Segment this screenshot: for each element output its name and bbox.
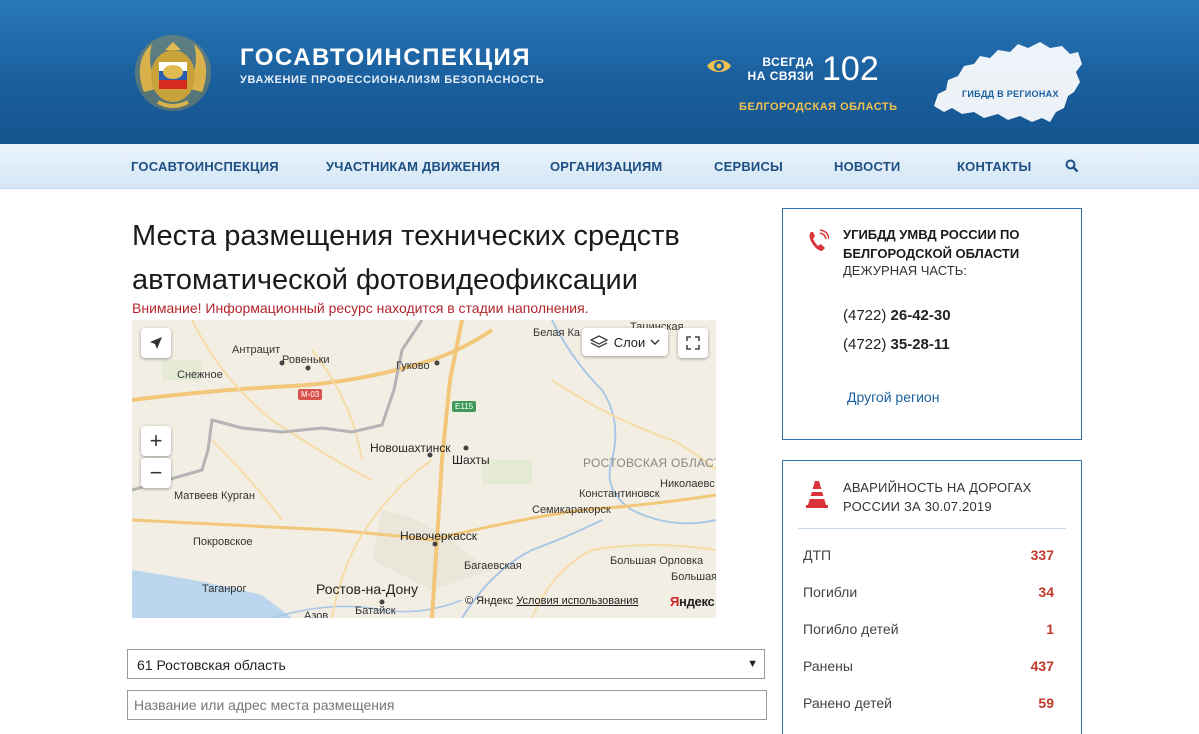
stat-value-children-killed: 1 <box>1046 621 1054 637</box>
map-layers-label: Слои <box>613 334 646 350</box>
stat-value-dtp: 337 <box>1030 547 1054 563</box>
department-subtitle: ДЕЖУРНАЯ ЧАСТЬ: <box>843 263 967 278</box>
accidents-divider <box>798 528 1066 529</box>
expand-icon <box>686 336 700 350</box>
map-place-snezhnoe: Снежное <box>177 369 223 381</box>
zoom-out-button[interactable]: − <box>141 458 171 488</box>
search-icon[interactable] <box>1065 159 1079 173</box>
map-place-novocherkassk: Новочеркасск <box>400 529 478 543</box>
road-badge-m03: М-03 <box>298 389 323 400</box>
map-place-semikarakorsk: Семикаракорск <box>532 504 611 516</box>
map-place-bagaevskaya: Багаевская <box>464 560 522 572</box>
map-place-pokrovskoe: Покровское <box>193 536 253 548</box>
russia-map-icon[interactable] <box>928 36 1086 130</box>
yandex-logo[interactable]: Яндекс <box>670 594 715 609</box>
brand-title: ГОСАВТОИНСПЕКЦИЯ <box>240 44 532 71</box>
stat-value-children-injured: 59 <box>1038 695 1054 711</box>
department-title: УГИБДД УМВД РОССИИ ПО БЕЛГОРОДСКОЙ ОБЛАС… <box>843 227 1020 261</box>
nav-item-contacts[interactable]: КОНТАКТЫ <box>957 159 1031 174</box>
map-place-rostov: Ростов-на-Дону <box>316 581 418 597</box>
accidents-card: АВАРИЙНОСТЬ НА ДОРОГАХ РОССИИ ЗА 30.07.2… <box>782 460 1082 734</box>
duty-phone-1[interactable]: (4722) 26-42-30 <box>843 307 951 324</box>
current-region[interactable]: БЕЛГОРОДСКАЯ ОБЛАСТЬ <box>739 101 897 113</box>
stat-label-killed: Погибли <box>803 584 858 600</box>
site-header: ГОСАВТОИНСПЕКЦИЯ УВАЖЕНИЕ ПРОФЕССИОНАЛИЗ… <box>0 0 1199 144</box>
map-layers-button[interactable]: Слои <box>582 328 668 356</box>
map-place-matveev-kurgan: Матвеев Курган <box>174 490 255 502</box>
yandex-map[interactable]: Антрацит Ровеньки Гуково Снежное Белая К… <box>132 320 716 618</box>
map-place-gukovo: Гуково <box>396 360 430 372</box>
stat-label-injured: Ранены <box>803 658 853 674</box>
geolocation-arrow-icon <box>150 337 162 349</box>
fullscreen-button[interactable] <box>678 328 708 358</box>
map-place-rovenki: Ровеньки <box>282 354 330 366</box>
main-nav: ГОСАВТОИНСПЕКЦИЯ УЧАСТНИКАМ ДВИЖЕНИЯ ОРГ… <box>0 144 1199 189</box>
warning-message: Внимание! Информационный ресурс находитс… <box>132 300 589 316</box>
map-place-bolshaya: Большая <box>671 571 716 583</box>
nav-item-gosavtoinspekciya[interactable]: ГОСАВТОИНСПЕКЦИЯ <box>131 159 279 174</box>
select-arrow-icon: ▼ <box>747 658 758 670</box>
hotline-number[interactable]: 102 <box>822 50 879 88</box>
other-region-link[interactable]: Другой регион <box>847 389 939 405</box>
nav-item-organizations[interactable]: ОРГАНИЗАЦИЯМ <box>550 159 662 174</box>
nav-item-participants[interactable]: УЧАСТНИКАМ ДВИЖЕНИЯ <box>326 159 500 174</box>
map-place-bolshaya-orlovka: Большая Орловка <box>610 555 704 567</box>
map-place-azov: Азов <box>304 610 329 618</box>
stat-label-children-killed: Погибло детей <box>803 621 899 637</box>
region-select-value: 61 Ростовская область <box>137 657 286 673</box>
regions-map-label: ГИБДД В РЕГИОНАХ <box>962 89 1059 99</box>
traffic-cone-icon <box>806 481 828 508</box>
map-place-taganrog: Таганрог <box>202 583 247 595</box>
map-place-nikolaevskaya: Николаевс <box>660 478 715 490</box>
map-place-novoshakhtinsk: Новошахтинск <box>370 441 451 455</box>
region-select[interactable]: 61 Ростовская область ▼ <box>127 649 765 679</box>
page-title: Места размещения технических средств авт… <box>132 220 680 296</box>
stat-label-dtp: ДТП <box>803 547 832 563</box>
map-region-label: РОСТОВСКАЯ ОБЛАСТ <box>583 456 716 470</box>
map-place-konstantinovsk: Константиновск <box>579 488 660 500</box>
map-place-antratsit: Антрацит <box>232 344 281 356</box>
stat-label-children-injured: Ранено детей <box>803 695 892 711</box>
brand-subtitle: УВАЖЕНИЕ ПРОФЕССИОНАЛИЗМ БЕЗОПАСНОСТЬ <box>240 74 545 86</box>
map-terms-link[interactable]: Условия использования <box>516 595 638 607</box>
phone-icon <box>809 229 829 251</box>
nav-item-services[interactable]: СЕРВИСЫ <box>714 159 783 174</box>
place-search-input[interactable] <box>127 690 767 720</box>
map-place-shakhty: Шахты <box>452 453 490 467</box>
map-copyright: © Яндекс Условия использования <box>465 595 639 607</box>
map-place-bataysk: Батайск <box>355 605 396 617</box>
map-place-belaya-kalitva: Белая Ка <box>533 327 581 339</box>
nav-item-news[interactable]: НОВОСТИ <box>834 159 900 174</box>
layers-icon <box>589 335 608 348</box>
zoom-in-button[interactable]: + <box>141 426 171 456</box>
chevron-down-icon <box>650 339 660 345</box>
stat-value-injured: 437 <box>1030 658 1054 674</box>
always-online-text: ВСЕГДА НА СВЯЗИ <box>747 55 814 83</box>
eye-icon <box>707 60 731 72</box>
road-badge-e115: Е115 <box>452 401 477 412</box>
gibdd-emblem-icon[interactable] <box>130 32 216 114</box>
duty-phone-2[interactable]: (4722) 35-28-11 <box>843 336 950 353</box>
brand-block[interactable]: ГОСАВТОИНСПЕКЦИЯ УВАЖЕНИЕ ПРОФЕССИОНАЛИЗ… <box>240 44 544 86</box>
contact-card: УГИБДД УМВД РОССИИ ПО БЕЛГОРОДСКОЙ ОБЛАС… <box>782 208 1082 440</box>
geolocation-button[interactable] <box>141 328 171 358</box>
accidents-title: АВАРИЙНОСТЬ НА ДОРОГАХ РОССИИ ЗА 30.07.2… <box>843 480 1032 514</box>
stat-value-killed: 34 <box>1038 584 1054 600</box>
